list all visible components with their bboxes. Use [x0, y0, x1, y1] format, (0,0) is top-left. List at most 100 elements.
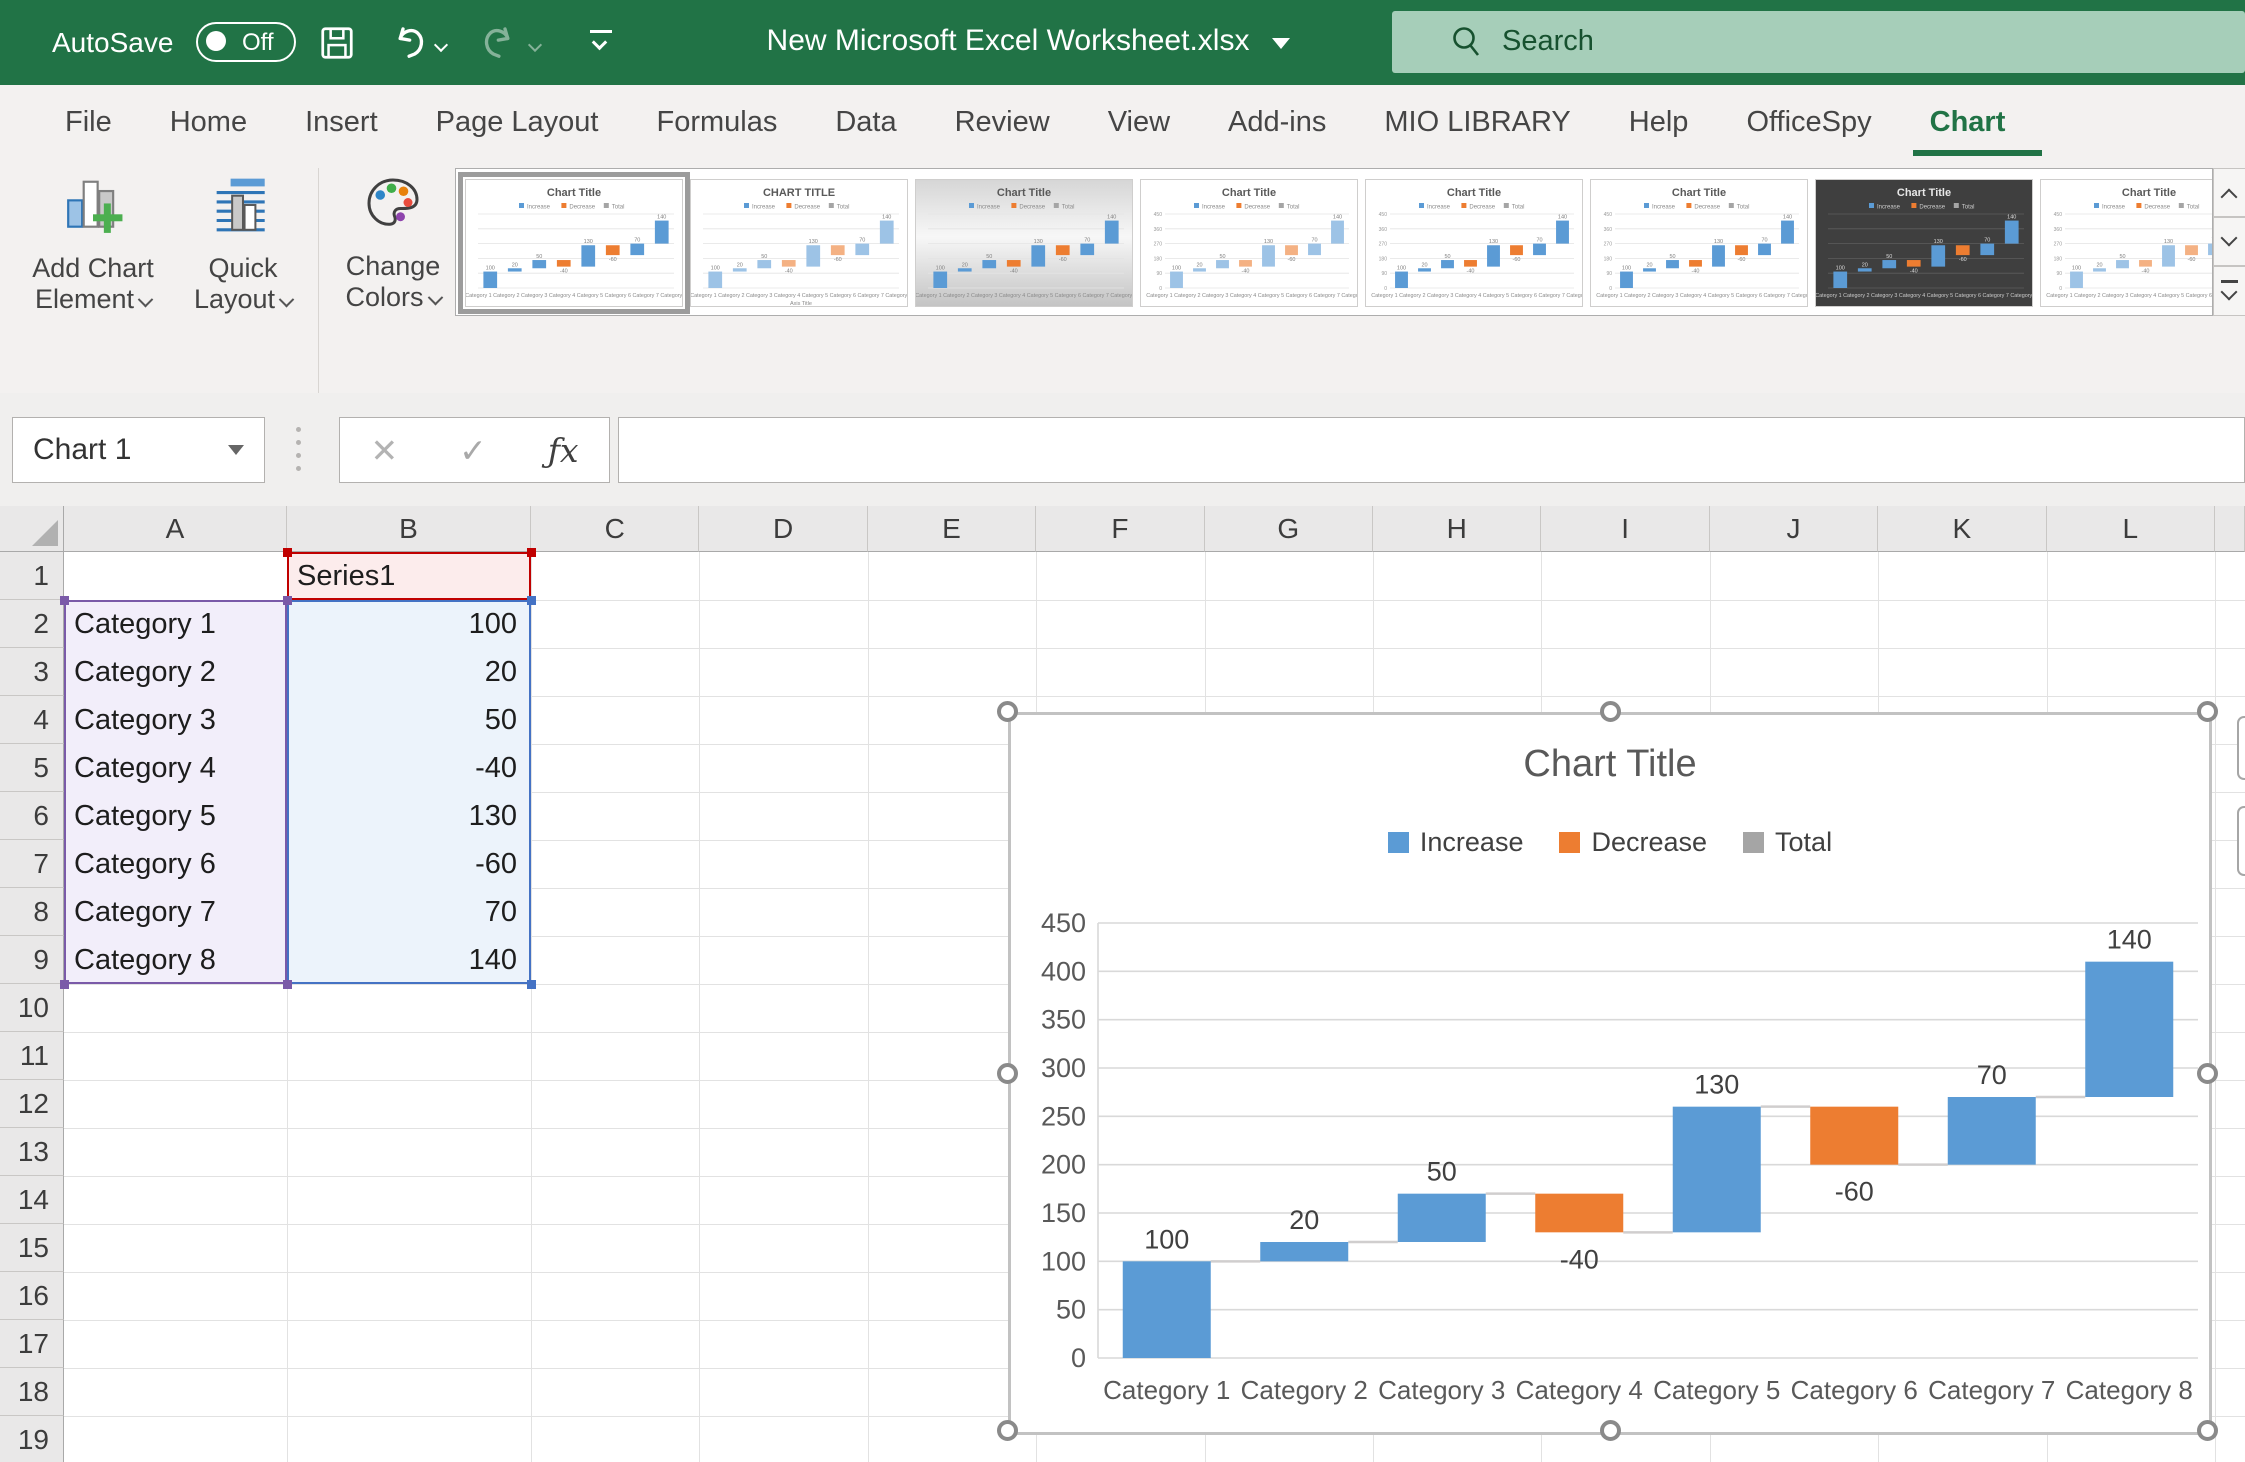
tab-insert[interactable]: Insert [276, 85, 407, 160]
row-header-12[interactable]: 12 [0, 1080, 64, 1128]
row-header-4[interactable]: 4 [0, 696, 64, 744]
chart-style-thumbnail-6[interactable]: Chart TitleIncreaseDecreaseTotal09018027… [1590, 179, 1808, 307]
cell-A6[interactable]: Category 5 [64, 792, 287, 840]
search-input[interactable]: Search [1392, 11, 2245, 73]
column-header-L[interactable]: L [2047, 506, 2215, 552]
tab-view[interactable]: View [1079, 85, 1199, 160]
cell-A5[interactable]: Category 4 [64, 744, 287, 792]
chart-resize-handle[interactable] [1600, 1420, 1621, 1441]
range-handle[interactable] [527, 980, 536, 989]
formula-bar-resize-handle[interactable] [296, 427, 301, 471]
chart-style-thumbnail-3[interactable]: Chart TitleIncreaseDecreaseTotal1002050-… [915, 179, 1133, 307]
row-header-9[interactable]: 9 [0, 936, 64, 984]
gallery-scroll-up-button[interactable] [2213, 168, 2245, 217]
bar-category-4[interactable] [1535, 1194, 1623, 1233]
formula-input[interactable] [618, 417, 2245, 483]
chart-resize-handle[interactable] [2197, 701, 2218, 722]
tab-review[interactable]: Review [926, 85, 1079, 160]
chart-resize-handle[interactable] [997, 701, 1018, 722]
enter-icon[interactable]: ✓ [459, 431, 487, 470]
gallery-more-button[interactable] [2213, 266, 2245, 316]
range-handle[interactable] [60, 596, 69, 605]
chart-resize-handle[interactable] [2197, 1063, 2218, 1084]
row-header-15[interactable]: 15 [0, 1224, 64, 1272]
tab-page-layout[interactable]: Page Layout [407, 85, 628, 160]
cell-A4[interactable]: Category 3 [64, 696, 287, 744]
column-header-B[interactable]: B [287, 506, 531, 552]
cell-A8[interactable]: Category 7 [64, 888, 287, 936]
autosave-toggle[interactable]: Off [196, 22, 296, 62]
row-header-5[interactable]: 5 [0, 744, 64, 792]
range-handle[interactable] [60, 980, 69, 989]
select-all-button[interactable] [0, 506, 64, 552]
bar-category-6[interactable] [1810, 1107, 1898, 1165]
tab-file[interactable]: File [36, 85, 141, 160]
tab-home[interactable]: Home [141, 85, 276, 160]
row-header-6[interactable]: 6 [0, 792, 64, 840]
chart-resize-handle[interactable] [2197, 1420, 2218, 1441]
row-header-18[interactable]: 18 [0, 1368, 64, 1416]
chart-style-thumbnail-1[interactable]: Chart TitleIncreaseDecreaseTotal1002050-… [465, 179, 683, 307]
cell-A2[interactable]: Category 1 [64, 600, 287, 648]
range-handle[interactable] [283, 548, 292, 557]
tab-formulas[interactable]: Formulas [627, 85, 806, 160]
row-header-14[interactable]: 14 [0, 1176, 64, 1224]
tab-officespy[interactable]: OfficeSpy [1717, 85, 1900, 160]
chart-legend[interactable]: IncreaseDecreaseTotal [1011, 827, 2209, 858]
row-header-13[interactable]: 13 [0, 1128, 64, 1176]
cancel-icon[interactable]: ✕ [370, 431, 398, 470]
bar-category-1[interactable] [1123, 1261, 1211, 1358]
bar-category-2[interactable] [1260, 1242, 1348, 1261]
column-header-I[interactable]: I [1541, 506, 1709, 552]
column-header-D[interactable]: D [699, 506, 867, 552]
row-header-1[interactable]: 1 [0, 552, 64, 600]
range-handle[interactable] [527, 548, 536, 557]
row-header-11[interactable]: 11 [0, 1032, 64, 1080]
tab-help[interactable]: Help [1600, 85, 1718, 160]
cell-A3[interactable]: Category 2 [64, 648, 287, 696]
chart-elements-button[interactable] [2237, 716, 2245, 780]
row-header-7[interactable]: 7 [0, 840, 64, 888]
row-header-8[interactable]: 8 [0, 888, 64, 936]
save-icon[interactable] [318, 24, 356, 62]
chart-resize-handle[interactable] [1600, 701, 1621, 722]
undo-dropdown-icon[interactable] [434, 38, 448, 52]
legend-item-decrease[interactable]: Decrease [1559, 827, 1707, 858]
insert-function-icon[interactable]: ƒx [548, 431, 579, 470]
row-header-10[interactable]: 10 [0, 984, 64, 1032]
range-handle[interactable] [527, 596, 536, 605]
document-title-dropdown-icon[interactable] [1272, 38, 1290, 49]
column-header-H[interactable]: H [1373, 506, 1541, 552]
chart-resize-handle[interactable] [997, 1063, 1018, 1084]
row-header-19[interactable]: 19 [0, 1416, 64, 1462]
column-header-A[interactable]: A [64, 506, 287, 552]
range-handle[interactable] [283, 596, 292, 605]
column-header-E[interactable]: E [868, 506, 1036, 552]
chart-style-thumbnail-4[interactable]: Chart TitleIncreaseDecreaseTotal09018027… [1140, 179, 1358, 307]
chart-style-thumbnail-8[interactable]: Chart TitleIncreaseDecreaseTotal09018027… [2040, 179, 2213, 307]
cell-B4[interactable]: 50 [287, 696, 531, 744]
column-header-F[interactable]: F [1036, 506, 1204, 552]
chart-title[interactable]: Chart Title [1011, 743, 2209, 786]
chart-resize-handle[interactable] [997, 1420, 1018, 1441]
cell-B8[interactable]: 70 [287, 888, 531, 936]
bar-category-5[interactable] [1673, 1107, 1761, 1233]
tab-chart[interactable]: Chart [1901, 85, 2035, 160]
column-header-K[interactable]: K [1878, 506, 2046, 552]
cell-B2[interactable]: 100 [287, 600, 531, 648]
bar-category-7[interactable] [1948, 1097, 2036, 1165]
chart-styles-button[interactable] [2237, 806, 2245, 876]
tab-mio-library[interactable]: MIO LIBRARY [1355, 85, 1599, 160]
legend-item-total[interactable]: Total [1743, 827, 1832, 858]
row-header-16[interactable]: 16 [0, 1272, 64, 1320]
waterfall-chart[interactable]: 050100150200250300350400450100Category 1… [1008, 712, 2212, 1435]
cell-B9[interactable]: 140 [287, 936, 531, 984]
name-box-dropdown-icon[interactable] [228, 445, 244, 455]
cell-B7[interactable]: -60 [287, 840, 531, 888]
cell-B5[interactable]: -40 [287, 744, 531, 792]
gallery-scroll-down-button[interactable] [2213, 217, 2245, 266]
chart-style-thumbnail-7[interactable]: Chart TitleIncreaseDecreaseTotal1002050-… [1815, 179, 2033, 307]
chart-style-thumbnail-5[interactable]: Chart TitleIncreaseDecreaseTotal09018027… [1365, 179, 1583, 307]
bar-category-3[interactable] [1398, 1194, 1486, 1242]
bar-category-8[interactable] [2085, 962, 2173, 1097]
